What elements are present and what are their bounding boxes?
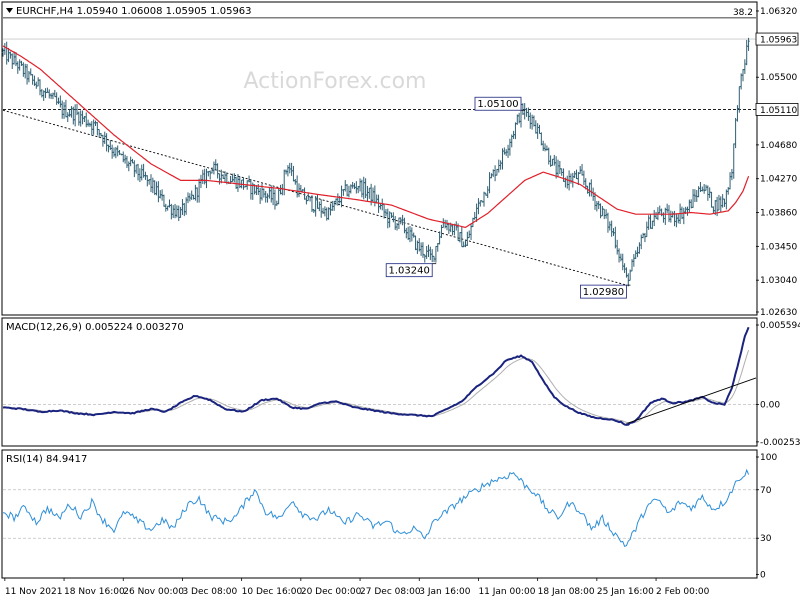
x-tick-label: 20 Dec 00:00	[301, 587, 362, 597]
chart-canvas: ActionForex.com 1.05100 1.03240 1.02980 38.…	[0, 0, 800, 600]
macd-tick-label: -0.002538	[760, 438, 800, 448]
x-tick-label: 3 Dec 08:00	[182, 587, 237, 597]
price-panel-header[interactable]: EURCHF,H4 1.05940 1.06008 1.05905 1.0596…	[6, 6, 252, 17]
price-tick-label: 1.03450	[760, 242, 797, 252]
x-tick-label: 10 Dec 16:00	[242, 587, 303, 597]
macd-tick-label: 0.00	[760, 400, 780, 410]
rsi-tick-label: 0	[760, 571, 766, 581]
rsi-tick-label: 70	[760, 486, 772, 496]
x-tick-label: 11 Jan 00:00	[478, 587, 535, 597]
price-tick-label: 1.03040	[760, 276, 797, 286]
x-tick-label: 18 Jan 08:00	[538, 587, 595, 597]
price-tick-label: 1.04680	[760, 141, 797, 151]
x-tick-label: 3 Jan 16:00	[419, 587, 471, 597]
current-price-label: 1.05963	[760, 36, 797, 46]
x-tick-label: 25 Jan 16:00	[597, 587, 654, 597]
price-annotation-2: 1.02980	[580, 284, 631, 299]
price-annotation-0: 1.05100	[474, 96, 525, 111]
x-tick-label: 18 Nov 16:00	[64, 587, 125, 597]
x-tick-label: 26 Nov 00:00	[123, 587, 184, 597]
x-tick-label: 2 Feb 00:00	[656, 587, 710, 597]
price-tick-label: 1.03860	[760, 209, 797, 219]
price-tick-label: 1.04270	[760, 175, 797, 185]
x-tick-label: 11 Nov 2021	[5, 587, 63, 597]
rsi-header-text: RSI(14) 84.9417	[6, 454, 87, 465]
macd-tick-label: 0.005594	[760, 321, 800, 331]
annotation-label: 1.02980	[583, 287, 624, 298]
watermark: ActionForex.com	[244, 69, 427, 94]
price-annotation-1: 1.03240	[385, 263, 437, 278]
annotation-label: 1.03240	[389, 266, 430, 277]
macd-header-text: MACD(12,26,9) 0.005224 0.003270	[6, 322, 184, 333]
rsi-tick-label: 30	[760, 534, 772, 544]
price-tick-label: 1.02630	[760, 308, 797, 318]
price-tick-label: 1.05500	[760, 73, 797, 83]
annotation-label: 1.05100	[477, 99, 518, 110]
x-tick-label: 27 Dec 08:00	[360, 587, 421, 597]
level-price-label: 1.05110	[760, 106, 797, 116]
fib-label: 38.2	[733, 8, 753, 18]
price-header-text: EURCHF,H4 1.05940 1.06008 1.05905 1.0596…	[16, 6, 252, 17]
rsi-tick-label: 100	[760, 453, 777, 463]
price-tick-label: 1.06320	[760, 7, 797, 17]
